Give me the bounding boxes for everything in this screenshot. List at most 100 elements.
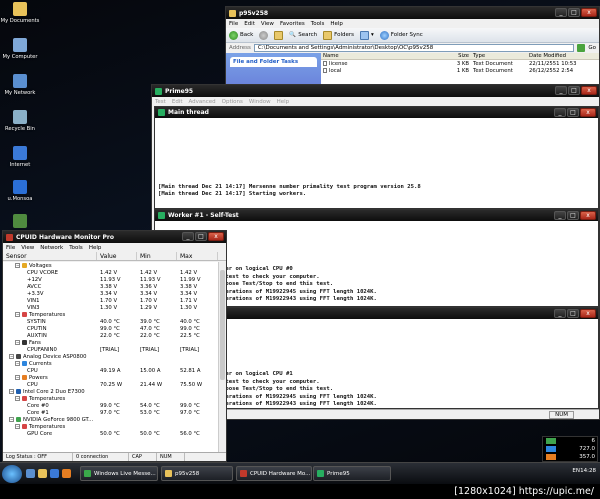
folders-button[interactable]: Folders xyxy=(323,30,354,40)
taskbar-button-cpuid-hardware-mo[interactable]: CPUID Hardware Mo... xyxy=(236,466,312,481)
prime95-menu-edit[interactable]: Edit xyxy=(172,99,183,105)
collapse-toggle-icon[interactable]: − xyxy=(9,354,14,359)
column-header-min[interactable]: Min xyxy=(137,252,177,260)
minimize-button[interactable]: _ xyxy=(554,211,566,220)
worker1-titlebar[interactable]: Worker #1 - Self-Test _ □ x xyxy=(155,210,598,221)
explorer-menu-help[interactable]: Help xyxy=(330,21,343,27)
file-row[interactable]: license 3 KB Text Document 22/11/2551 10:53 xyxy=(321,60,599,67)
taskbar-button-windows-live-messe[interactable]: Windows Live Messe... xyxy=(80,466,158,481)
close-button[interactable]: x xyxy=(580,211,596,220)
maximize-button[interactable]: □ xyxy=(568,8,580,17)
prime95-titlebar[interactable]: Prime95 _ □ x xyxy=(152,85,599,97)
column-header-type[interactable]: Type xyxy=(471,53,527,59)
explorer-titlebar[interactable]: p95v258 _ □ x xyxy=(226,7,599,19)
explorer-menu-tools[interactable]: Tools xyxy=(311,21,325,27)
minimize-button[interactable]: _ xyxy=(554,108,566,117)
hwmonitor-menu-help[interactable]: Help xyxy=(89,245,102,251)
close-button[interactable]: x xyxy=(581,86,597,95)
tray-language[interactable]: EN xyxy=(572,468,580,474)
start-button[interactable] xyxy=(2,465,22,483)
maximize-button[interactable]: □ xyxy=(567,309,579,318)
collapse-toggle-icon[interactable]: − xyxy=(15,263,20,268)
collapse-toggle-icon[interactable]: − xyxy=(9,417,14,422)
desktop-icon-recycle-bin[interactable]: Recycle Bin xyxy=(0,110,40,132)
hwmonitor-window[interactable]: CPUID Hardware Monitor Pro _ □ x File Vie… xyxy=(2,230,227,462)
sensor-group-row[interactable]: − Currents xyxy=(3,360,220,367)
forward-button[interactable] xyxy=(259,30,269,40)
sensor-row[interactable]: Core #0 99.0 °C 54.0 °C 99.0 °C xyxy=(3,402,220,409)
desktop-icon-u-monsoa[interactable]: u.Monsoa xyxy=(0,180,40,202)
prime95-menu-help[interactable]: Help xyxy=(277,99,290,105)
column-header-date-modified[interactable]: Date Modified xyxy=(527,53,597,59)
main-thread-window[interactable]: Main thread _ □ x [Main thread Dec 21 14… xyxy=(154,106,599,209)
media-quicklaunch-icon[interactable] xyxy=(62,469,71,478)
collapse-toggle-icon[interactable]: − xyxy=(15,312,20,317)
close-button[interactable]: x xyxy=(580,309,596,318)
column-header-sensor[interactable]: Sensor xyxy=(3,252,97,260)
address-input[interactable]: C:\Documents and Settings\Administrator\… xyxy=(253,44,575,52)
file-folder-tasks-header[interactable]: File and Folder Tasks xyxy=(230,57,317,67)
maximize-button[interactable]: □ xyxy=(195,232,207,241)
taskbar-clock[interactable]: 14:28 xyxy=(580,468,596,474)
minimize-button[interactable]: _ xyxy=(554,309,566,318)
close-button[interactable]: x xyxy=(581,8,597,17)
explorer-menu-edit[interactable]: Edit xyxy=(244,21,255,27)
sensor-row[interactable]: VIN3 1.30 V 1.29 V 1.30 V xyxy=(3,304,220,311)
column-header-value[interactable]: Value xyxy=(97,252,137,260)
maximize-button[interactable]: □ xyxy=(567,108,579,117)
sensor-row[interactable]: Core #1 97.0 °C 53.0 °C 97.0 °C xyxy=(3,409,220,416)
explorer-menu-view[interactable]: View xyxy=(261,21,274,27)
collapse-toggle-icon[interactable]: − xyxy=(15,424,20,429)
sensor-group-row[interactable]: − Analog Device ASP0800 xyxy=(3,353,220,360)
sensor-group-row[interactable]: − Intel Core 2 Duo E7300 xyxy=(3,388,220,395)
hwmonitor-menu-file[interactable]: File xyxy=(6,245,15,251)
sensor-group-row[interactable]: − Fans xyxy=(3,339,220,346)
prime95-menu-advanced[interactable]: Advanced xyxy=(189,99,216,105)
back-button[interactable]: Back xyxy=(229,30,253,40)
prime95-menu-options[interactable]: Options xyxy=(222,99,243,105)
sensor-row[interactable]: SYSTIN 40.0 °C 39.0 °C 40.0 °C xyxy=(3,318,220,325)
minimize-button[interactable]: _ xyxy=(182,232,194,241)
search-button[interactable]: 🔍 Search xyxy=(289,32,317,38)
sensor-group-row[interactable]: − NVIDIA GeForce 9800 GT... xyxy=(3,416,220,423)
go-button[interactable]: Go xyxy=(588,45,596,51)
collapse-toggle-icon[interactable]: − xyxy=(15,375,20,380)
minimize-button[interactable]: _ xyxy=(555,8,567,17)
views-button[interactable]: ▾ xyxy=(360,30,374,40)
column-header-size[interactable]: Size xyxy=(441,53,471,59)
sensor-row[interactable]: VIN1 1.70 V 1.70 V 1.71 V xyxy=(3,297,220,304)
sensor-row[interactable]: CPU VCORE 1.42 V 1.42 V 1.42 V xyxy=(3,269,220,276)
folder-sync-button[interactable]: Folder Sync xyxy=(379,30,423,40)
sensor-scrollbar[interactable] xyxy=(218,262,226,454)
taskbar-button-prime95[interactable]: Prime95 xyxy=(313,466,391,481)
sensor-group-row[interactable]: − Powers xyxy=(3,374,220,381)
sensor-row[interactable]: CPUTIN 99.0 °C 47.0 °C 99.0 °C xyxy=(3,325,220,332)
hwmonitor-menu-view[interactable]: View xyxy=(21,245,34,251)
desktop-icon-my-documents[interactable]: My Documents xyxy=(0,2,40,24)
desktop-icon-internet[interactable]: Internet xyxy=(0,146,40,168)
sensor-row[interactable]: CPU 70.25 W 21.44 W 75.50 W xyxy=(3,381,220,388)
sensor-group-row[interactable]: − Voltages xyxy=(3,262,220,269)
sensor-group-row[interactable]: − Temperatures xyxy=(3,423,220,430)
column-header-max[interactable]: Max xyxy=(177,252,218,260)
up-folder-button[interactable] xyxy=(274,30,284,40)
browser-quicklaunch-icon[interactable] xyxy=(50,469,59,478)
explorer-quicklaunch-icon[interactable] xyxy=(38,469,47,478)
sensor-row[interactable]: +3.3V 3.34 V 3.34 V 3.34 V xyxy=(3,290,220,297)
sensor-group-row[interactable]: − Temperatures xyxy=(3,311,220,318)
main-thread-titlebar[interactable]: Main thread _ □ x xyxy=(155,107,598,118)
sensor-row[interactable]: AUXTIN 22.0 °C 22.0 °C 22.5 °C xyxy=(3,332,220,339)
desktop-icon-my-computer[interactable]: My Computer xyxy=(0,38,40,60)
collapse-toggle-icon[interactable]: − xyxy=(15,361,20,366)
sensor-row[interactable]: CPU 49.19 A 15.00 A 52.81 A xyxy=(3,367,220,374)
taskbar-button-p95v258[interactable]: p95v258 xyxy=(161,466,233,481)
column-header-name[interactable]: Name xyxy=(321,53,441,59)
collapse-toggle-icon[interactable]: − xyxy=(15,396,20,401)
hwmonitor-menu-network[interactable]: Network xyxy=(40,245,63,251)
show-desktop-icon[interactable] xyxy=(26,469,35,478)
sensor-group-row[interactable]: − Temperatures xyxy=(3,395,220,402)
file-row[interactable]: local 1 KB Text Document 26/12/2552 2:54 xyxy=(321,67,599,74)
hwmonitor-menu-tools[interactable]: Tools xyxy=(69,245,83,251)
prime95-menu-test[interactable]: Test xyxy=(155,99,166,105)
close-button[interactable]: x xyxy=(580,108,596,117)
